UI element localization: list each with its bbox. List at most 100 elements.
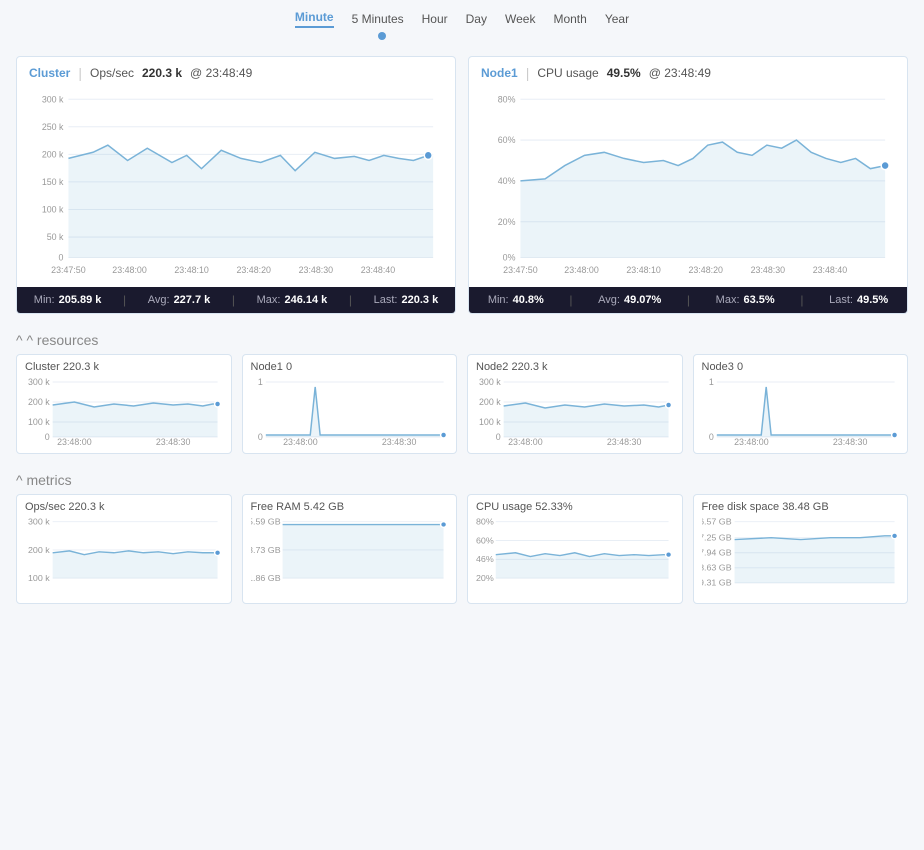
node1-max-label: Max: <box>716 294 740 306</box>
svg-text:300 k: 300 k <box>28 517 50 526</box>
cluster-last-label: Last: <box>374 294 398 306</box>
svg-text:23:48:30: 23:48:30 <box>299 265 333 275</box>
cluster-min-val: 205.89 k <box>59 294 102 306</box>
svg-text:37.25 GB: 37.25 GB <box>702 533 732 543</box>
cluster-stat-min: Min: 205.89 k <box>34 293 102 307</box>
resources-caret: ^ <box>16 332 23 348</box>
svg-text:0: 0 <box>59 252 64 262</box>
node1-avg-val: 49.07% <box>624 294 661 306</box>
resource-cluster-svg: 300 k 200 k 100 k 0 23:48:00 23:48:30 <box>25 377 223 447</box>
svg-text:23:48:30: 23:48:30 <box>751 265 785 275</box>
metric-ram-svg: 5.59 GB 3.73 GB 1.86 GB <box>251 517 449 597</box>
time-option-5min[interactable]: 5 Minutes <box>352 12 404 26</box>
svg-text:20%: 20% <box>476 573 494 583</box>
metric-ram-card: Free RAM 5.42 GB 5.59 GB 3.73 GB 1.86 GB <box>242 494 458 604</box>
node1-min-val: 40.8% <box>513 294 544 306</box>
svg-text:20%: 20% <box>498 217 516 227</box>
svg-text:200 k: 200 k <box>479 397 501 407</box>
svg-text:100 k: 100 k <box>28 417 50 427</box>
svg-text:23:48:10: 23:48:10 <box>174 265 208 275</box>
time-option-minute[interactable]: Minute <box>295 10 334 28</box>
metric-disk-title: Free disk space 38.48 GB <box>702 501 900 513</box>
svg-text:0: 0 <box>45 432 50 442</box>
resource-node3-svg: 1 0 23:48:00 23:48:30 <box>702 377 900 447</box>
metrics-caret: ^ <box>16 472 23 488</box>
svg-text:1: 1 <box>708 377 713 387</box>
resource-node2-card: Node2 220.3 k 300 k 200 k 100 k 0 23:48:… <box>467 354 683 454</box>
metric-opssec-svg: 300 k 200 k 100 k <box>25 517 223 597</box>
svg-text:23:48:40: 23:48:40 <box>361 265 395 275</box>
node1-stats: Min: 40.8% | Avg: 49.07% | Max: 63.5% | … <box>469 287 907 313</box>
metric-cpu-card: CPU usage 52.33% 80% 60% 46% 20% <box>467 494 683 604</box>
svg-text:300 k: 300 k <box>479 377 501 387</box>
resources-section-header: ^ ^ resources <box>0 322 924 354</box>
time-option-day[interactable]: Day <box>466 12 487 26</box>
resources-charts-row: Cluster 220.3 k 300 k 200 k 100 k 0 23:4… <box>0 354 924 462</box>
svg-text:1: 1 <box>257 377 262 387</box>
cluster-chart-card: Cluster | Ops/sec 220.3 k @ 23:48:49 300… <box>16 56 456 314</box>
time-option-year[interactable]: Year <box>605 12 629 26</box>
svg-text:23:48:20: 23:48:20 <box>689 265 723 275</box>
svg-text:46%: 46% <box>476 554 494 564</box>
metrics-section-header: ^ metrics <box>0 462 924 494</box>
svg-text:100 k: 100 k <box>479 417 501 427</box>
svg-text:60%: 60% <box>498 135 516 145</box>
svg-text:250 k: 250 k <box>42 122 64 132</box>
node1-stat-last: Last: 49.5% <box>829 293 888 307</box>
resource-node3-card: Node3 0 1 0 23:48:00 23:48:30 <box>693 354 909 454</box>
time-option-week[interactable]: Week <box>505 12 535 26</box>
metrics-label: metrics <box>26 472 71 488</box>
node1-stat-min: Min: 40.8% <box>488 293 544 307</box>
resource-node2-chart: 300 k 200 k 100 k 0 23:48:00 23:48:30 <box>476 377 674 447</box>
svg-text:23:48:10: 23:48:10 <box>626 265 660 275</box>
resource-node1-svg: 1 0 23:48:00 23:48:30 <box>251 377 449 447</box>
svg-text:100 k: 100 k <box>42 204 64 214</box>
cluster-timestamp: @ 23:48:49 <box>190 66 252 80</box>
svg-text:60%: 60% <box>476 536 494 546</box>
svg-text:23:48:00: 23:48:00 <box>564 265 598 275</box>
node1-max-val: 63.5% <box>744 294 775 306</box>
resource-node2-title: Node2 220.3 k <box>476 361 674 373</box>
node1-avg-label: Avg: <box>598 294 620 306</box>
svg-text:23:48:30: 23:48:30 <box>607 437 642 447</box>
svg-text:9.31 GB: 9.31 GB <box>702 578 732 588</box>
svg-text:0: 0 <box>496 432 501 442</box>
metric-opssec-title: Ops/sec 220.3 k <box>25 501 223 513</box>
cluster-stat-last: Last: 220.3 k <box>374 293 439 307</box>
cluster-last-val: 220.3 k <box>401 294 438 306</box>
svg-text:23:48:00: 23:48:00 <box>283 437 318 447</box>
time-option-month[interactable]: Month <box>553 12 586 26</box>
svg-text:200 k: 200 k <box>42 149 64 159</box>
cluster-stats: Min: 205.89 k | Avg: 227.7 k | Max: 246.… <box>17 287 455 313</box>
time-option-hour[interactable]: Hour <box>422 12 448 26</box>
cluster-title: Cluster <box>29 66 70 80</box>
metric-cpu-svg: 80% 60% 46% 20% <box>476 517 674 597</box>
resource-node1-chart: 1 0 23:48:00 23:48:30 <box>251 377 449 447</box>
svg-text:23:48:30: 23:48:30 <box>381 437 416 447</box>
svg-text:23:48:00: 23:48:00 <box>508 437 543 447</box>
cluster-svg: 300 k 250 k 200 k 150 k 100 k 50 k 0 23:… <box>29 89 443 283</box>
svg-text:23:48:30: 23:48:30 <box>832 437 867 447</box>
metric-disk-svg: 46.57 GB 37.25 GB 27.94 GB 18.63 GB 9.31… <box>702 517 900 597</box>
cluster-chart-header: Cluster | Ops/sec 220.3 k @ 23:48:49 <box>17 57 455 85</box>
svg-text:150 k: 150 k <box>42 177 64 187</box>
svg-text:18.63 GB: 18.63 GB <box>702 563 732 573</box>
svg-text:23:48:00: 23:48:00 <box>57 437 92 447</box>
cluster-avg-val: 227.7 k <box>174 294 211 306</box>
cluster-chart-area: 300 k 250 k 200 k 150 k 100 k 50 k 0 23:… <box>17 85 455 285</box>
metric-disk-card: Free disk space 38.48 GB 46.57 GB 37.25 … <box>693 494 909 604</box>
svg-text:46.57 GB: 46.57 GB <box>702 517 732 526</box>
svg-text:300 k: 300 k <box>42 94 64 104</box>
time-dot-indicator <box>378 32 386 40</box>
metric-cpu-title: CPU usage 52.33% <box>476 501 674 513</box>
svg-text:80%: 80% <box>498 94 516 104</box>
time-selector: Minute 5 Minutes Hour Day Week Month Yea… <box>0 0 924 32</box>
svg-text:23:48:00: 23:48:00 <box>734 437 769 447</box>
metric-ram-title: Free RAM 5.42 GB <box>251 501 449 513</box>
node1-metric-label: CPU usage <box>537 66 598 80</box>
node1-value: 49.5% <box>607 66 641 80</box>
svg-text:5.59 GB: 5.59 GB <box>251 517 281 526</box>
svg-text:23:48:40: 23:48:40 <box>813 265 847 275</box>
svg-text:200 k: 200 k <box>28 397 50 407</box>
metric-ram-chart: 5.59 GB 3.73 GB 1.86 GB <box>251 517 449 597</box>
